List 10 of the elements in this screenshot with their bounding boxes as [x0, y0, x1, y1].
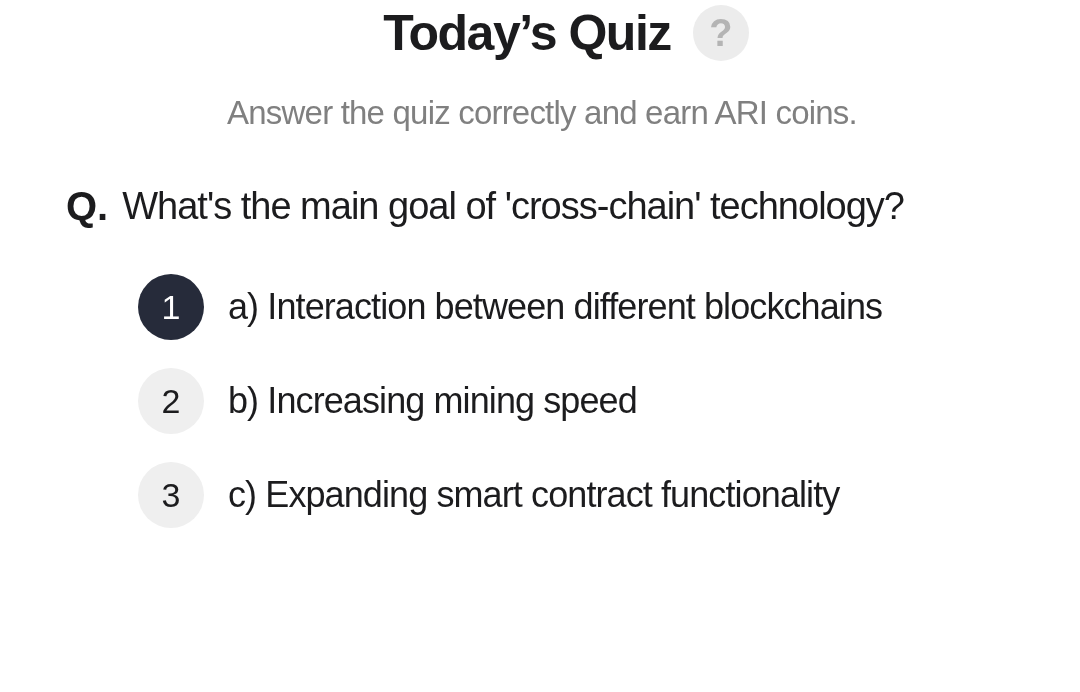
answer-option[interactable]: c) Expanding smart contract functionality [228, 462, 998, 524]
quiz-title: Today’s Quiz [383, 4, 671, 62]
answer-option[interactable]: b) Increasing mining speed [228, 368, 998, 430]
option-number[interactable]: 2 [138, 368, 204, 434]
quiz-subtitle: Answer the quiz correctly and earn ARI coins. [226, 94, 858, 132]
question-text: What's the main goal of 'cross-chain' technology? [122, 184, 905, 229]
question-prefix: Q. [66, 183, 109, 230]
option-number[interactable]: 3 [138, 462, 204, 528]
option-number[interactable]: 1 [138, 274, 204, 340]
answer-option[interactable]: a) Interaction between different blockchains [228, 274, 998, 336]
